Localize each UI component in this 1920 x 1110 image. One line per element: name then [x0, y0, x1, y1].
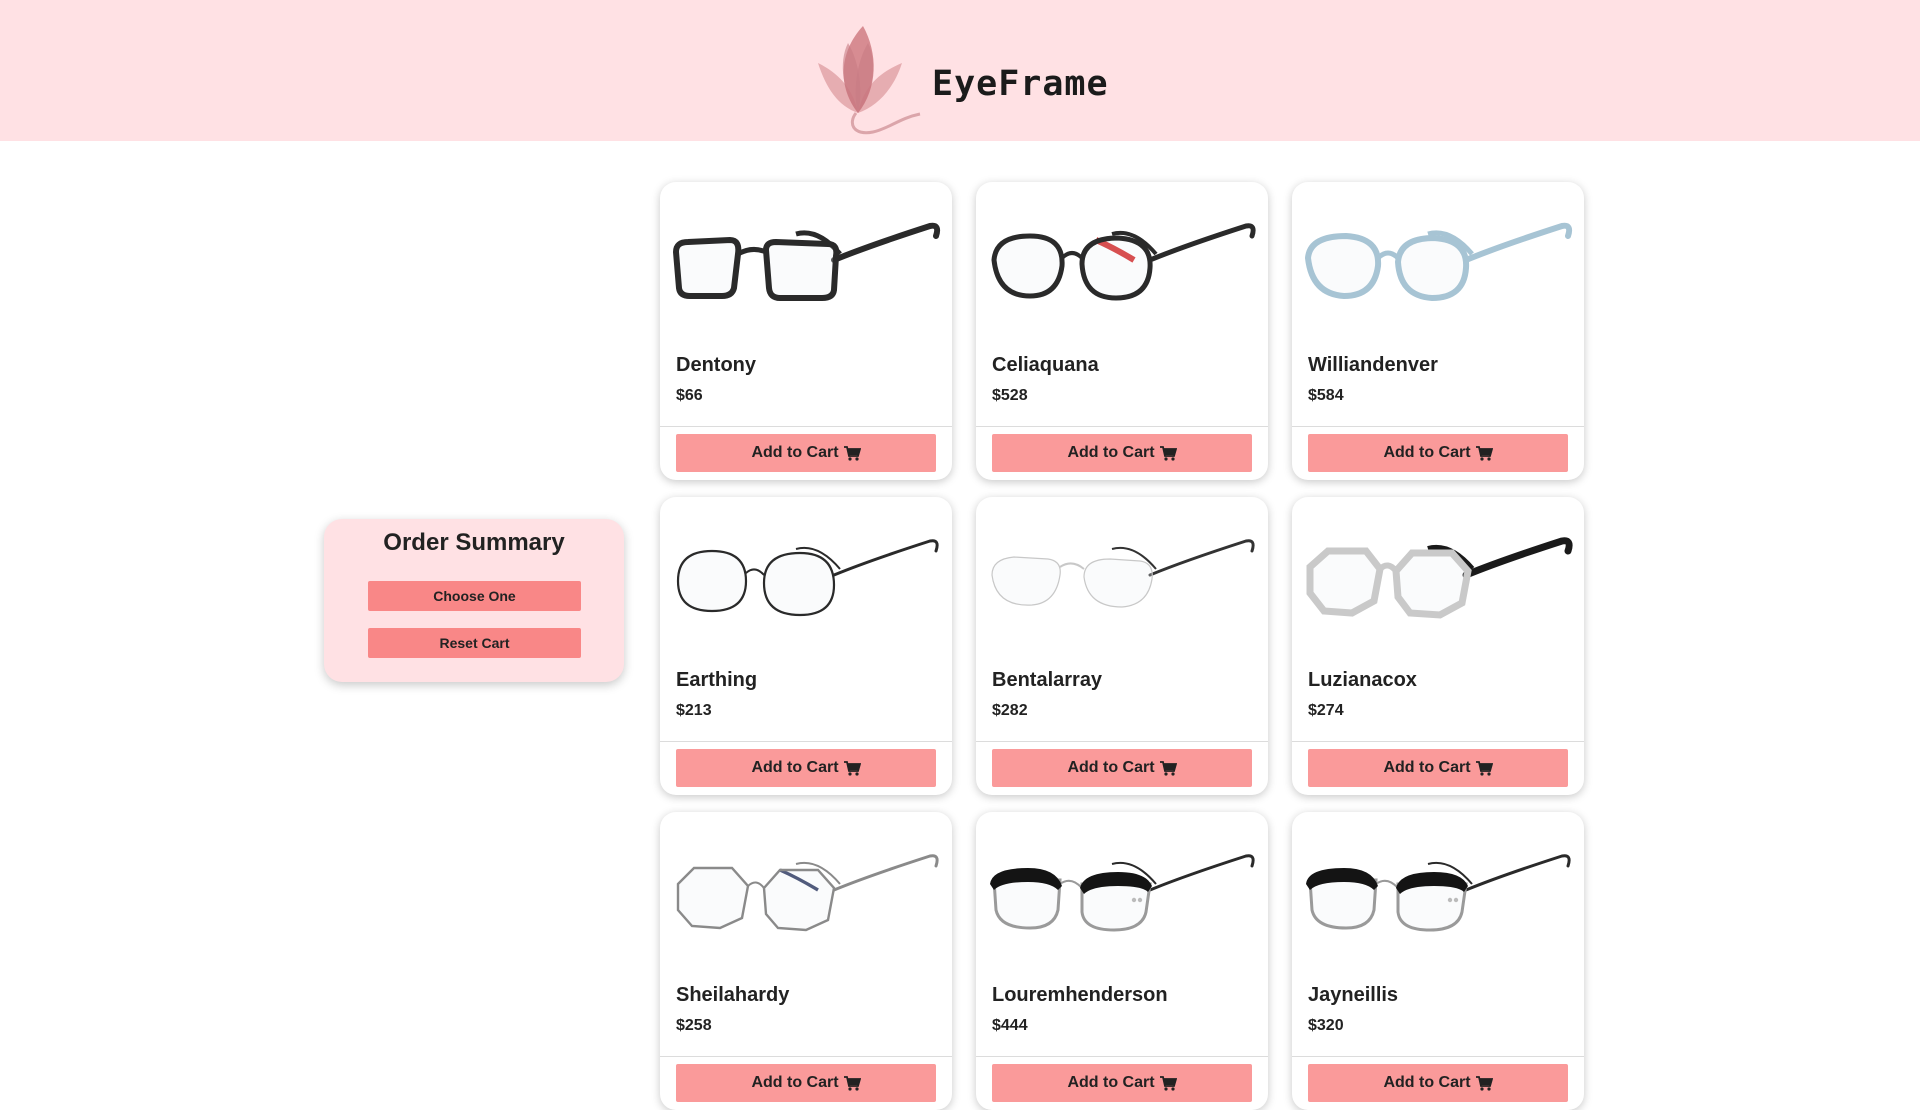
product-price: $66	[676, 387, 703, 404]
add-to-cart-label: Add to Cart	[1383, 759, 1471, 776]
choose-one-button[interactable]: Choose One	[368, 581, 581, 611]
product-image-williandenver[interactable]	[1300, 198, 1576, 308]
add-to-cart-button-bentalarray[interactable]: Add to Cart	[992, 749, 1252, 787]
product-price: $320	[1308, 1017, 1344, 1034]
site-header: EyeFrame	[0, 0, 1920, 141]
add-to-cart-button-williandenver[interactable]: Add to Cart	[1308, 434, 1568, 472]
cart-icon	[1159, 760, 1177, 776]
product-name: Sheilahardy	[676, 984, 790, 1006]
product-card-bentalarray: Bentalarray $282 Add to Cart	[976, 497, 1268, 795]
add-to-cart-label: Add to Cart	[1067, 444, 1155, 461]
card-divider	[976, 741, 1268, 742]
add-to-cart-button-dentony[interactable]: Add to Cart	[676, 434, 936, 472]
card-divider	[1292, 426, 1584, 427]
product-price: $213	[676, 702, 712, 719]
cart-icon	[843, 445, 861, 461]
product-card-williandenver: Williandenver $584 Add to Cart	[1292, 182, 1584, 480]
product-price: $444	[992, 1017, 1028, 1034]
product-image-celiaquana[interactable]	[984, 198, 1260, 308]
product-card-jayneillis: Jayneillis $320 Add to Cart	[1292, 812, 1584, 1110]
product-price: $282	[992, 702, 1028, 719]
cart-icon	[1159, 445, 1177, 461]
product-image-jayneillis[interactable]	[1300, 828, 1576, 938]
product-grid: Dentony $66 Add to Cart Celiaquana $528 …	[660, 182, 1660, 1110]
product-name: Bentalarray	[992, 669, 1103, 691]
product-image-bentalarray[interactable]	[984, 513, 1260, 623]
card-divider	[660, 741, 952, 742]
product-card-louremhenderson: Louremhenderson $444 Add to Cart	[976, 812, 1268, 1110]
cart-icon	[1475, 760, 1493, 776]
add-to-cart-button-jayneillis[interactable]: Add to Cart	[1308, 1064, 1568, 1102]
order-summary-title: Order Summary	[383, 529, 565, 556]
cart-icon	[1475, 1075, 1493, 1091]
product-name: Celiaquana	[992, 354, 1099, 376]
add-to-cart-label: Add to Cart	[1067, 759, 1155, 776]
cart-icon	[843, 1075, 861, 1091]
add-to-cart-button-luzianacox[interactable]: Add to Cart	[1308, 749, 1568, 787]
product-image-louremhenderson[interactable]	[984, 828, 1260, 938]
card-divider	[976, 426, 1268, 427]
product-image-dentony[interactable]	[668, 198, 944, 308]
product-image-sheilahardy[interactable]	[668, 828, 944, 938]
cart-icon	[843, 760, 861, 776]
product-card-celiaquana: Celiaquana $528 Add to Cart	[976, 182, 1268, 480]
cart-icon	[1475, 445, 1493, 461]
card-divider	[660, 426, 952, 427]
card-divider	[1292, 741, 1584, 742]
card-divider	[976, 1056, 1268, 1057]
product-name: Dentony	[676, 354, 756, 376]
add-to-cart-label: Add to Cart	[1383, 444, 1471, 461]
add-to-cart-label: Add to Cart	[751, 759, 839, 776]
product-image-earthing[interactable]	[668, 513, 944, 623]
product-name: Williandenver	[1308, 354, 1438, 376]
product-card-dentony: Dentony $66 Add to Cart	[660, 182, 952, 480]
lotus-flower-icon	[818, 26, 921, 135]
cart-icon	[1159, 1075, 1177, 1091]
product-name: Earthing	[676, 669, 758, 691]
add-to-cart-label: Add to Cart	[751, 444, 839, 461]
brand-logo[interactable]: EyeFrame	[808, 18, 1118, 138]
brand-name: EyeFrame	[932, 64, 1109, 104]
add-to-cart-label: Add to Cart	[1067, 1074, 1155, 1091]
product-card-luzianacox: Luzianacox $274 Add to Cart	[1292, 497, 1584, 795]
add-to-cart-button-celiaquana[interactable]: Add to Cart	[992, 434, 1252, 472]
product-price: $258	[676, 1017, 712, 1034]
product-price: $274	[1308, 702, 1344, 719]
product-name: Jayneillis	[1308, 984, 1399, 1006]
product-price: $584	[1308, 387, 1344, 404]
add-to-cart-button-sheilahardy[interactable]: Add to Cart	[676, 1064, 936, 1102]
product-name: Louremhenderson	[992, 984, 1168, 1006]
product-price: $528	[992, 387, 1028, 404]
add-to-cart-button-louremhenderson[interactable]: Add to Cart	[992, 1064, 1252, 1102]
add-to-cart-button-earthing[interactable]: Add to Cart	[676, 749, 936, 787]
product-name: Luzianacox	[1308, 669, 1417, 691]
add-to-cart-label: Add to Cart	[1383, 1074, 1471, 1091]
card-divider	[660, 1056, 952, 1057]
reset-cart-button[interactable]: Reset Cart	[368, 628, 581, 658]
add-to-cart-label: Add to Cart	[751, 1074, 839, 1091]
product-card-sheilahardy: Sheilahardy $258 Add to Cart	[660, 812, 952, 1110]
product-image-luzianacox[interactable]	[1300, 513, 1576, 623]
product-card-earthing: Earthing $213 Add to Cart	[660, 497, 952, 795]
card-divider	[1292, 1056, 1584, 1057]
order-summary-panel: Order Summary Choose One Reset Cart	[324, 519, 624, 682]
